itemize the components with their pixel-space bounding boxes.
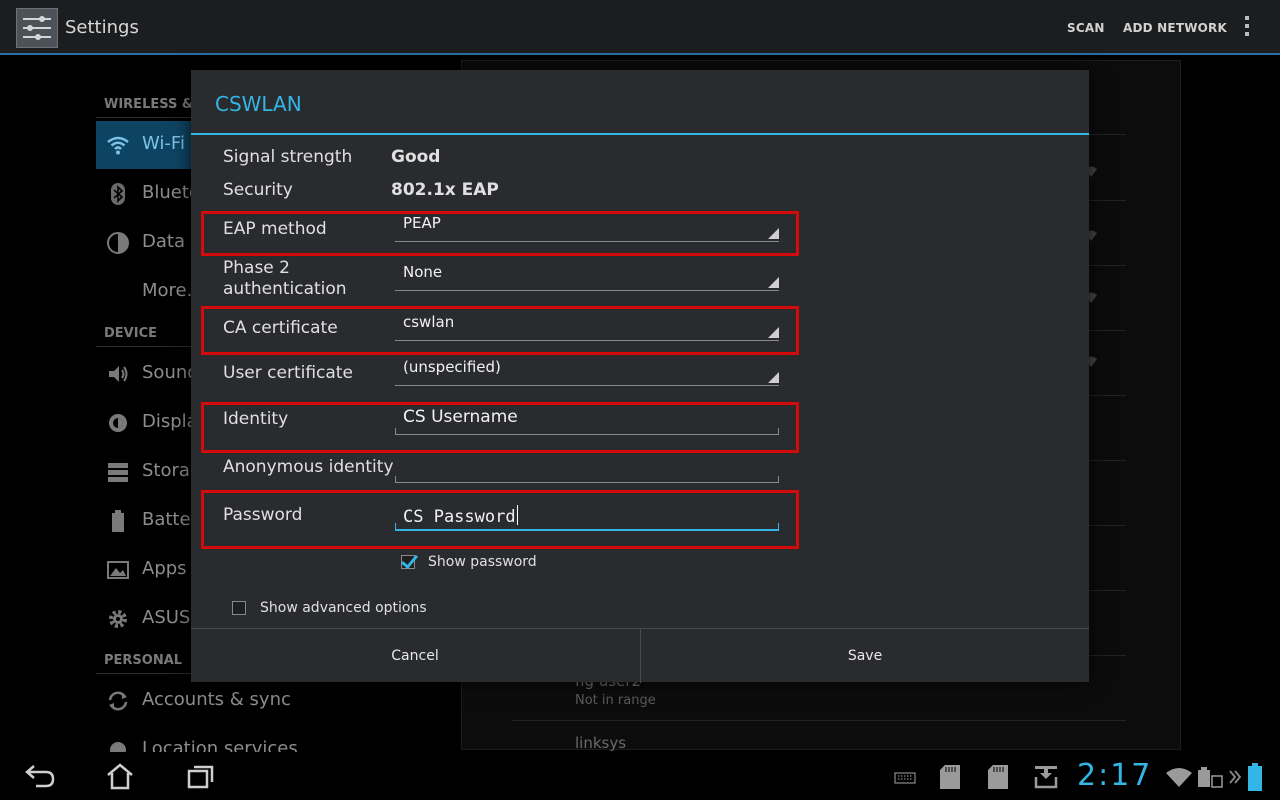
sd-card-icon[interactable] — [986, 764, 1010, 790]
user-certificate-dropdown[interactable]: (unspecified) — [395, 352, 779, 386]
ca-certificate-value: cswlan — [403, 313, 455, 331]
ca-certificate-dropdown[interactable]: cswlan — [395, 307, 779, 341]
identity-value: CS Username — [403, 407, 518, 427]
user-certificate-label: User certificate — [223, 363, 353, 383]
identity-input[interactable]: CS Username — [395, 401, 779, 435]
battery-icon — [112, 510, 124, 532]
wifi-icon — [107, 136, 129, 155]
back-icon[interactable] — [24, 762, 56, 790]
home-icon[interactable] — [105, 762, 135, 790]
dropdown-arrow-icon — [768, 228, 779, 239]
action-bar: Settings SCAN ADD NETWORK — [0, 0, 1280, 55]
dialog-button-bar: Cancel Save — [191, 628, 1089, 683]
text-cursor — [516, 505, 518, 525]
location-icon — [110, 742, 126, 752]
security-label: Security — [223, 180, 293, 200]
anonymous-identity-label: Anonymous identity — [223, 457, 394, 477]
battery-level-icon — [1248, 763, 1262, 791]
sidebar-item-location[interactable]: Location services — [96, 726, 456, 752]
status-clock[interactable]: 2:17 — [1077, 758, 1152, 793]
eap-method-label: EAP method — [223, 219, 327, 239]
show-password-label[interactable]: Show password — [428, 554, 537, 570]
dialog-title: CSWLAN — [215, 92, 302, 116]
download-icon[interactable] — [1033, 764, 1059, 790]
phase2-dropdown[interactable]: None — [395, 257, 779, 291]
divider — [512, 720, 1126, 721]
sync-icon — [108, 691, 128, 711]
overflow-menu-icon[interactable] — [1244, 16, 1250, 40]
phase2-label-line1: Phase 2 — [223, 258, 290, 278]
anonymous-identity-input[interactable] — [395, 449, 779, 483]
apps-icon — [107, 561, 129, 579]
show-advanced-label[interactable]: Show advanced options — [260, 600, 427, 616]
sidebar-item-label: Wi-Fi — [142, 133, 185, 154]
save-button[interactable]: Save — [641, 629, 1089, 683]
section-header-personal: PERSONAL — [104, 653, 183, 668]
add-network-button[interactable]: ADD NETWORK — [1123, 21, 1227, 35]
security-value: 802.1x EAP — [391, 180, 499, 200]
sidebar-item-label: Displa — [142, 411, 198, 432]
show-password-checkbox[interactable] — [401, 555, 415, 569]
title-divider — [191, 133, 1089, 135]
storage-icon — [108, 463, 128, 482]
dropdown-arrow-icon — [768, 327, 779, 338]
keyboard-icon[interactable] — [894, 772, 916, 784]
settings-app-icon[interactable] — [16, 8, 58, 48]
section-header-device: DEVICE — [104, 326, 157, 341]
signal-strength-value: Good — [391, 147, 441, 167]
sidebar-item-label: Apps — [142, 558, 187, 579]
password-input[interactable]: CS Password — [395, 497, 779, 531]
wifi-network-dialog: CSWLAN Signal strength Good Security 802… — [191, 70, 1089, 683]
signal-strength-label: Signal strength — [223, 147, 353, 167]
sidebar-item-accounts-sync[interactable]: Accounts & sync — [96, 677, 456, 725]
dropdown-arrow-icon — [768, 372, 779, 383]
password-label: Password — [223, 505, 303, 525]
phase2-label: Phase 2 authentication — [223, 258, 347, 300]
recent-apps-icon[interactable] — [186, 762, 216, 790]
chevron-right-icon[interactable] — [1228, 769, 1242, 785]
sidebar-item-label: ASUS — [142, 607, 191, 628]
network-status: Not in range — [575, 693, 656, 708]
battery-icon[interactable] — [1196, 766, 1224, 788]
network-name[interactable]: linksys — [575, 734, 626, 752]
speaker-icon — [109, 366, 128, 382]
sidebar-item-label: Batter — [142, 509, 198, 530]
identity-label: Identity — [223, 409, 289, 429]
show-advanced-checkbox[interactable] — [232, 601, 246, 615]
phase2-value: None — [403, 263, 443, 281]
eap-method-dropdown[interactable]: PEAP — [395, 208, 779, 242]
sd-card-icon[interactable] — [938, 764, 962, 790]
password-value: CS Password — [403, 505, 518, 527]
gear-icon — [109, 610, 127, 628]
wifi-icon[interactable] — [1165, 767, 1193, 787]
eap-method-value: PEAP — [403, 214, 441, 232]
data-usage-icon — [107, 232, 129, 254]
brightness-icon — [109, 414, 127, 432]
app-title: Settings — [65, 17, 139, 38]
user-certificate-value: (unspecified) — [403, 358, 501, 376]
ca-certificate-label: CA certificate — [223, 318, 338, 338]
bluetooth-icon — [111, 183, 125, 205]
cancel-button[interactable]: Cancel — [191, 629, 639, 683]
phase2-label-line2: authentication — [223, 279, 347, 299]
sidebar-item-label: Accounts & sync — [142, 689, 291, 710]
scan-button[interactable]: SCAN — [1067, 21, 1105, 35]
dropdown-arrow-icon — [768, 277, 779, 288]
sidebar-item-label: Location services — [142, 738, 298, 752]
